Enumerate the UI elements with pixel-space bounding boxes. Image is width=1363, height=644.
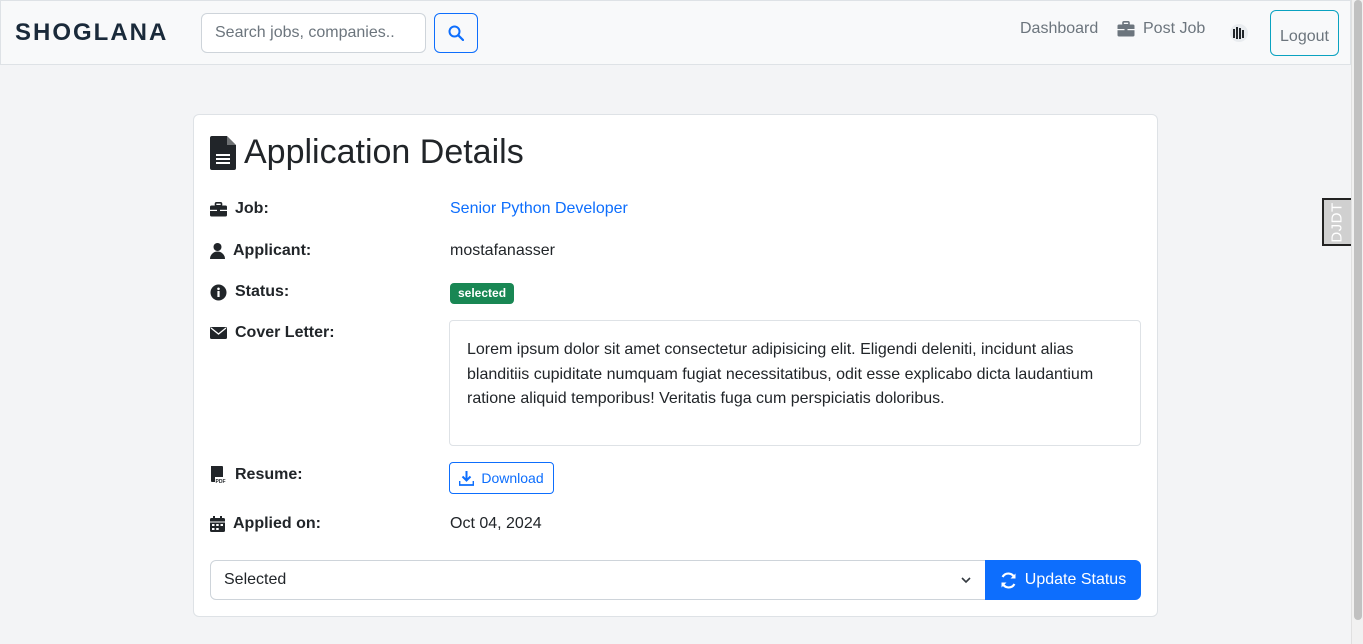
applicant-label-text: Applicant: [233,242,312,259]
applied-on-label: Applied on: [210,515,321,533]
svg-text:PDF: PDF [216,479,226,484]
applied-on-value: Oct 04, 2024 [450,515,542,532]
chevron-down-icon [960,574,972,586]
update-status-label: Update Status [1024,571,1127,588]
applicant-value: mostafanasser [450,242,555,259]
logout-button[interactable]: Logout [1270,10,1339,56]
scrollbar[interactable] [1351,0,1363,644]
resume-label: PDF Resume: [210,466,303,484]
job-label-text: Job: [235,200,269,217]
status-label: Status: [210,283,289,301]
nav-dashboard-link[interactable]: Dashboard [1020,20,1098,38]
search-button[interactable] [434,13,478,53]
briefcase-icon [210,201,227,217]
nav-post-job-link[interactable]: Post Job [1117,20,1205,38]
status-label-text: Status: [235,283,290,300]
info-icon [210,284,227,301]
cover-letter-label-text: Cover Letter: [235,324,335,341]
applicant-label: Applicant: [210,242,311,260]
application-details-card: Application Details Job: Senior Python D… [193,114,1158,617]
update-status-button[interactable]: Update Status [985,560,1141,600]
download-label: Download [481,470,544,486]
search-input[interactable] [201,13,426,53]
navbar: SHOGLANA Dashboard Post Job Logout [0,0,1351,65]
status-select-value: Selected [224,571,287,588]
debug-toolbar-handle[interactable]: DJDT [1322,198,1351,246]
resume-label-text: Resume: [235,466,303,483]
job-link[interactable]: Senior Python Developer [450,200,628,218]
status-select[interactable]: Selected [210,560,986,600]
cover-letter-label: Cover Letter: [210,324,335,342]
envelope-icon [210,326,227,340]
job-label: Job: [210,200,269,218]
download-button[interactable]: Download [449,462,554,494]
refresh-icon [1000,571,1017,589]
debug-toolbar-label: DJDT [1329,201,1347,243]
nav-dashboard-label: Dashboard [1020,20,1099,37]
search-icon [448,25,464,41]
calendar-icon [210,516,225,532]
download-icon [459,470,475,486]
file-icon [210,135,236,170]
user-icon [210,243,225,259]
pdf-file-icon: PDF [210,466,227,484]
brand-logo[interactable]: SHOGLANA [15,19,168,47]
briefcase-icon [1117,21,1135,37]
status-badge: selected [450,283,515,304]
page-title-text: Application Details [244,133,524,171]
brand-logo-icon[interactable] [1229,23,1249,43]
nav-post-job-label: Post Job [1143,20,1206,37]
applied-on-label-text: Applied on: [233,515,321,532]
scrollbar-thumb[interactable] [1354,0,1362,620]
cover-letter-text: Lorem ipsum dolor sit amet consectetur a… [449,320,1141,446]
page-title: Application Details [210,133,524,172]
